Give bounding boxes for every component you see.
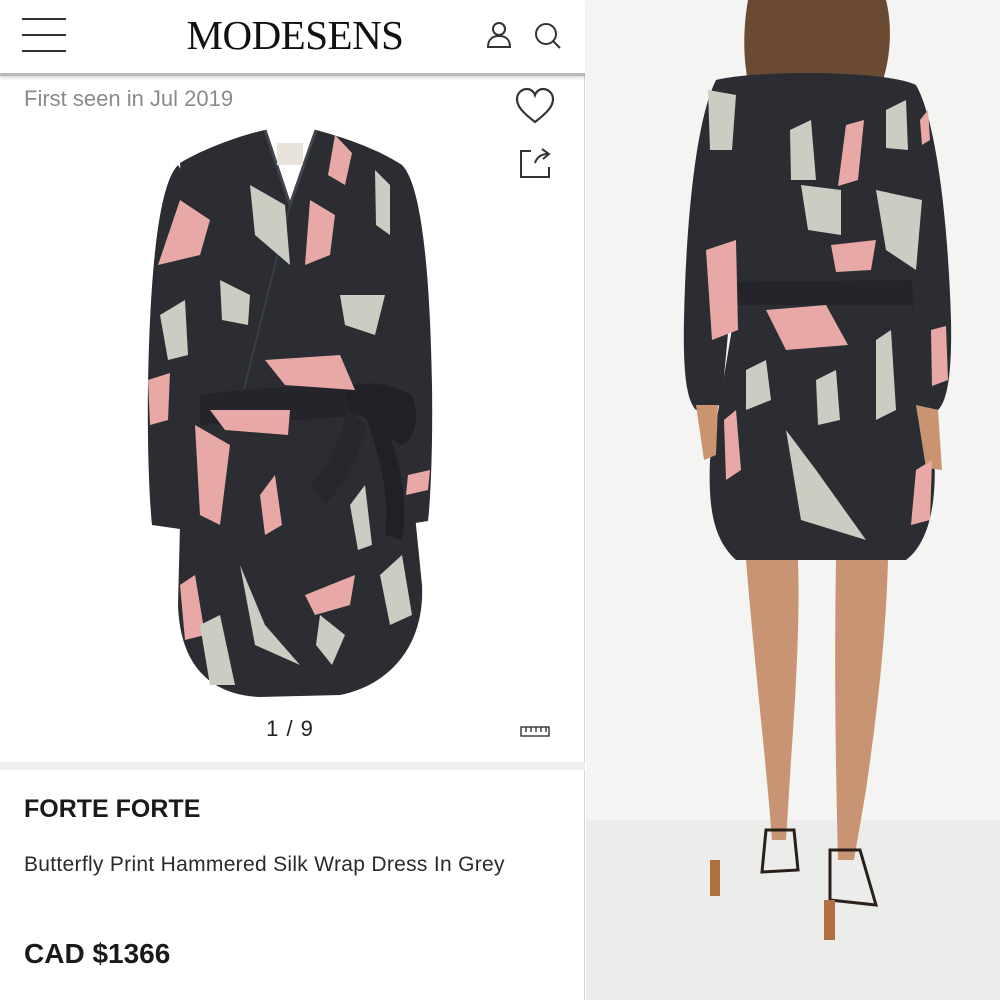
heart-icon[interactable] (514, 86, 556, 126)
search-icon[interactable] (533, 20, 563, 50)
first-seen-date: First seen in Jul 2019 (24, 86, 234, 111)
user-icon[interactable] (484, 20, 514, 50)
product-price: CAD $1366 (24, 938, 171, 969)
share-icon[interactable] (517, 145, 553, 181)
product-panel: MODESENS First seen in Jul 2019 1 / 9 FO… (0, 0, 585, 1000)
image-pager: 1 / 9 (266, 716, 314, 741)
brand-name[interactable]: FORTE FORTE (24, 795, 200, 824)
section-divider (0, 762, 585, 770)
product-image-model-back[interactable] (586, 0, 1000, 1000)
product-image-front[interactable] (140, 125, 440, 705)
site-logo[interactable]: MODESENS (170, 10, 420, 60)
product-title: Butterfly Print Hammered Silk Wrap Dress… (24, 853, 505, 876)
site-header: MODESENS (0, 0, 585, 76)
hamburger-menu-icon[interactable] (22, 18, 68, 54)
ruler-icon[interactable] (520, 724, 550, 738)
